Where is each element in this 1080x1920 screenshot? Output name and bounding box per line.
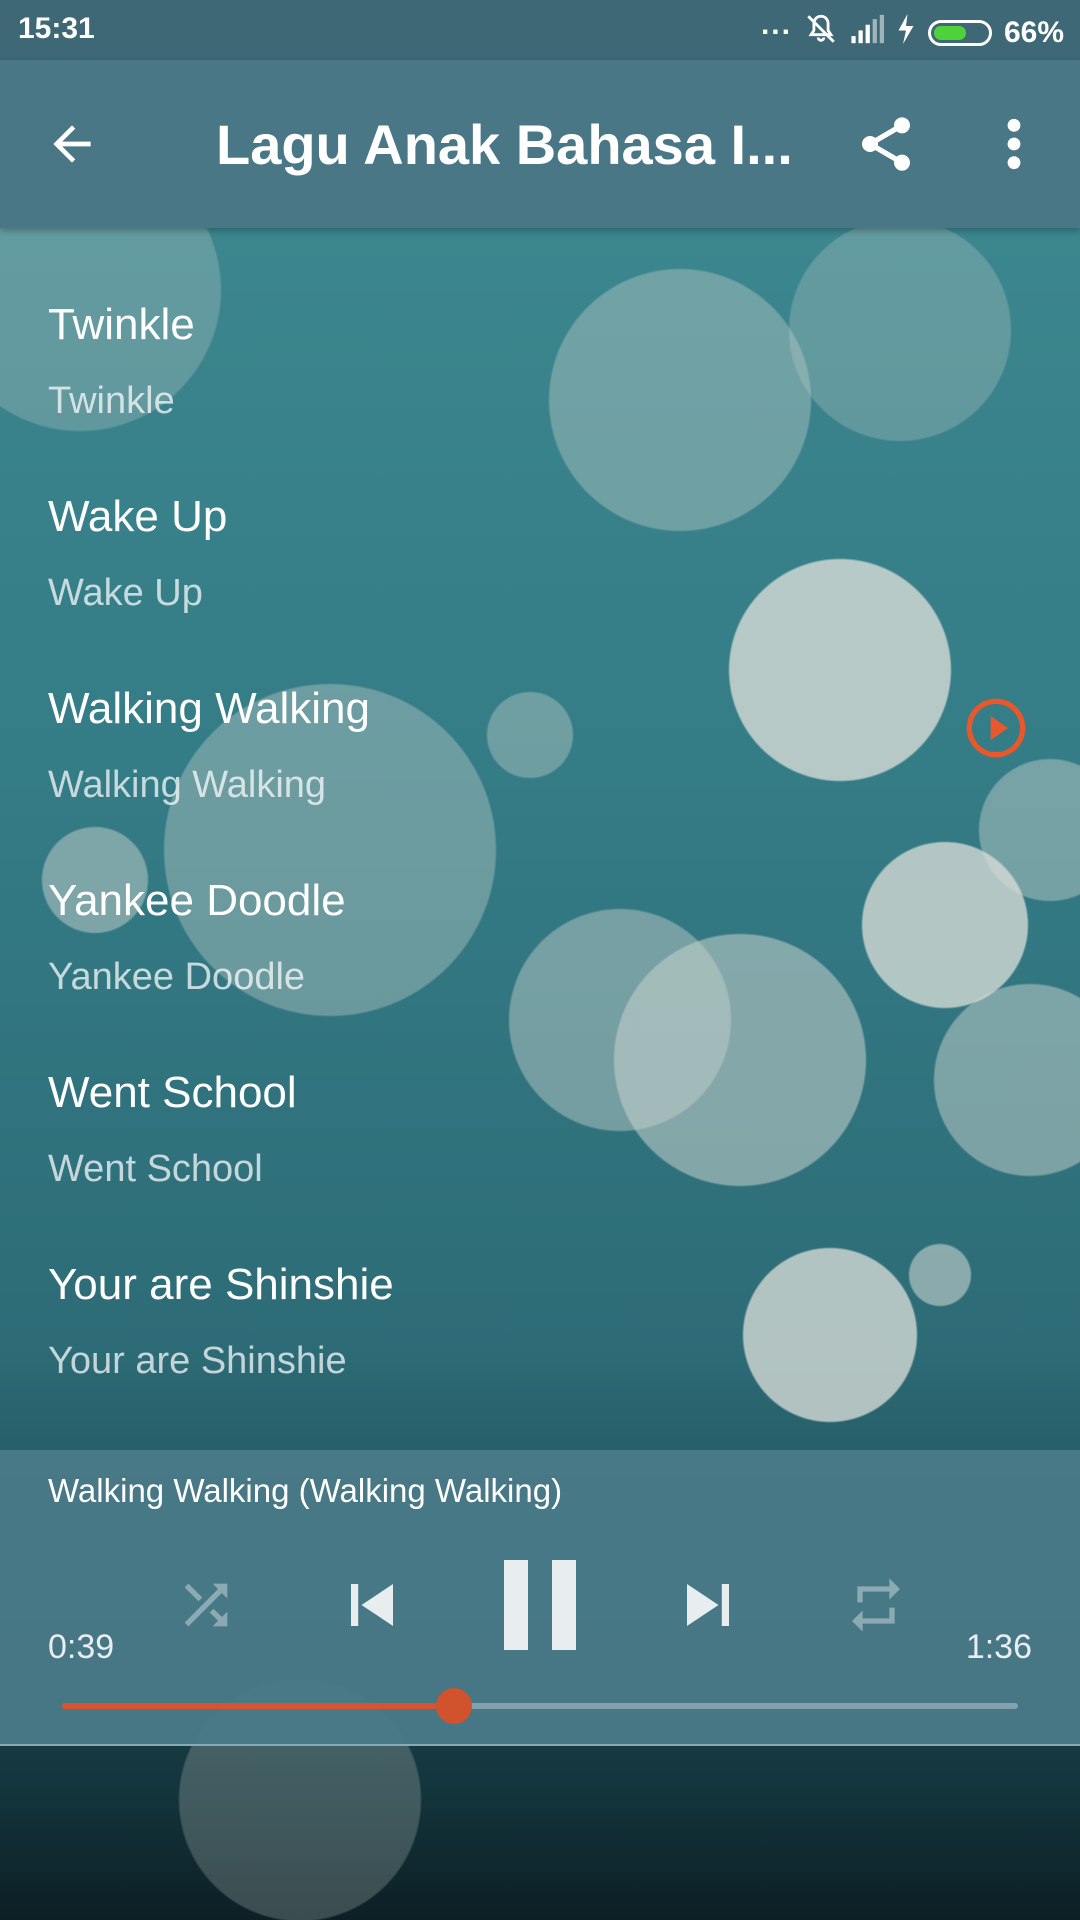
total-duration: 1:36 — [965, 1628, 1032, 1666]
back-arrow-icon[interactable] — [44, 116, 124, 176]
song-subtitle: Went School — [48, 1148, 263, 1190]
seek-progress — [62, 1703, 454, 1709]
song-title: Yankee Doodle — [48, 876, 346, 925]
seek-bar[interactable] — [62, 1688, 1018, 1724]
pause-icon[interactable] — [492, 1560, 588, 1650]
song-title: Walking Walking — [48, 684, 370, 733]
player-panel: Walking Walking (Walking Walking) 0:39 1… — [0, 1450, 1080, 1746]
song-list: Twinkle Twinkle Wake Up Wake Up Walking … — [0, 228, 1080, 1380]
list-item[interactable]: Went School Went School — [0, 996, 1080, 1190]
list-item[interactable]: Walking Walking Walking Walking — [0, 612, 1080, 804]
list-item[interactable]: Wake Up Wake Up — [0, 420, 1080, 614]
app-bar: Lagu Anak Bahasa I... — [0, 60, 1080, 228]
battery-icon — [927, 20, 992, 46]
song-subtitle: Wake Up — [48, 572, 203, 614]
skip-next-icon[interactable] — [668, 1560, 748, 1650]
status-dots: ... — [760, 8, 792, 41]
song-subtitle: Yankee Doodle — [48, 956, 306, 998]
list-item[interactable]: Your are Shinshie Your are Shinshie — [0, 1188, 1080, 1382]
charging-icon — [896, 14, 916, 52]
signal-icon — [850, 14, 884, 52]
song-title: Twinkle — [48, 300, 195, 349]
song-subtitle: Twinkle — [48, 380, 175, 422]
elapsed-time: 0:39 — [48, 1628, 115, 1666]
list-item[interactable]: Twinkle Twinkle — [0, 228, 1080, 422]
shuffle-icon[interactable] — [166, 1560, 246, 1650]
more-vert-icon[interactable] — [994, 112, 1034, 182]
song-title: Wake Up — [48, 492, 228, 541]
song-subtitle: Your are Shinshie — [48, 1340, 347, 1382]
list-item[interactable]: Yankee Doodle Yankee Doodle — [0, 804, 1080, 998]
song-title: Your are Shinshie — [48, 1260, 394, 1309]
status-time: 15:31 — [18, 12, 95, 45]
play-circle-icon[interactable] — [964, 696, 1028, 765]
song-title: Went School — [48, 1068, 297, 1117]
seek-thumb[interactable] — [435, 1688, 472, 1724]
status-bar: 15:31 ... 66% — [0, 0, 1080, 60]
mute-icon — [804, 12, 838, 54]
battery-percent: 66% — [1003, 16, 1064, 49]
page-title: Lagu Anak Bahasa I... — [216, 113, 793, 176]
now-playing-label: Walking Walking (Walking Walking) — [48, 1472, 563, 1509]
song-subtitle: Walking Walking — [48, 764, 327, 806]
skip-previous-icon[interactable] — [332, 1560, 412, 1650]
share-icon[interactable] — [854, 112, 924, 182]
repeat-icon[interactable] — [836, 1560, 916, 1650]
